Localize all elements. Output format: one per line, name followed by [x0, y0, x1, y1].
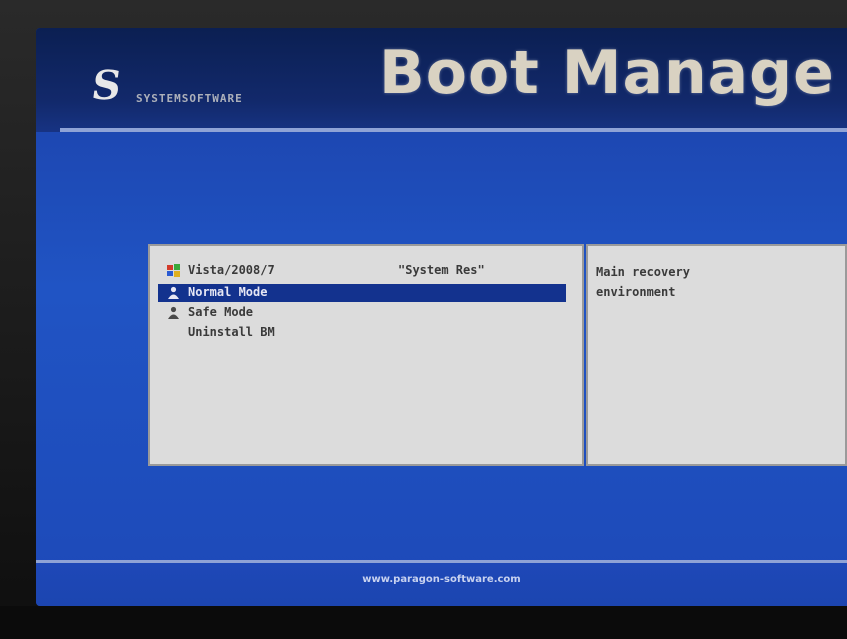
boot-entry-safe-mode[interactable]: Safe Mode: [158, 304, 566, 322]
vendor-logo: S SYSTEMSOFTWARE: [88, 62, 312, 112]
boot-entry-label: Uninstall BM: [188, 325, 275, 339]
boot-entry-vista[interactable]: Vista/2008/7 "System Res": [158, 262, 566, 280]
header-divider: [60, 128, 847, 132]
boot-entry-label: Normal Mode: [188, 285, 268, 299]
header-bar: S SYSTEMSOFTWARE Boot Manage: [36, 28, 847, 132]
boot-entry-normal-mode[interactable]: Normal Mode: [158, 284, 566, 302]
boot-entry-tag: "System Res": [398, 263, 485, 277]
boot-entry-label: Safe Mode: [188, 305, 254, 319]
boot-screen: S SYSTEMSOFTWARE Boot Manage Vista/2008/…: [36, 28, 847, 606]
logo-wordmark: SYSTEMSOFTWARE: [136, 92, 243, 105]
logo-glyph: S: [88, 62, 125, 109]
user-icon: [166, 285, 180, 299]
boot-entry-label: Vista/2008/7: [188, 263, 275, 277]
boot-menu-panel: Vista/2008/7 "System Res" Normal Mode Sa…: [148, 244, 584, 466]
windows-flag-icon: [166, 263, 180, 277]
description-panel: Main recovery environment: [586, 244, 847, 466]
page-title: Boot Manage: [379, 38, 835, 108]
footer-url: www.paragon-software.com: [362, 574, 521, 585]
footer-bar: www.paragon-software.com: [36, 560, 847, 606]
footer-divider: [36, 560, 847, 563]
boot-entry-uninstall[interactable]: Uninstall BM: [158, 324, 566, 342]
monitor-bottom-bezel: [0, 606, 847, 639]
user-icon: [166, 305, 180, 319]
entry-description: Main recovery environment: [596, 265, 690, 299]
